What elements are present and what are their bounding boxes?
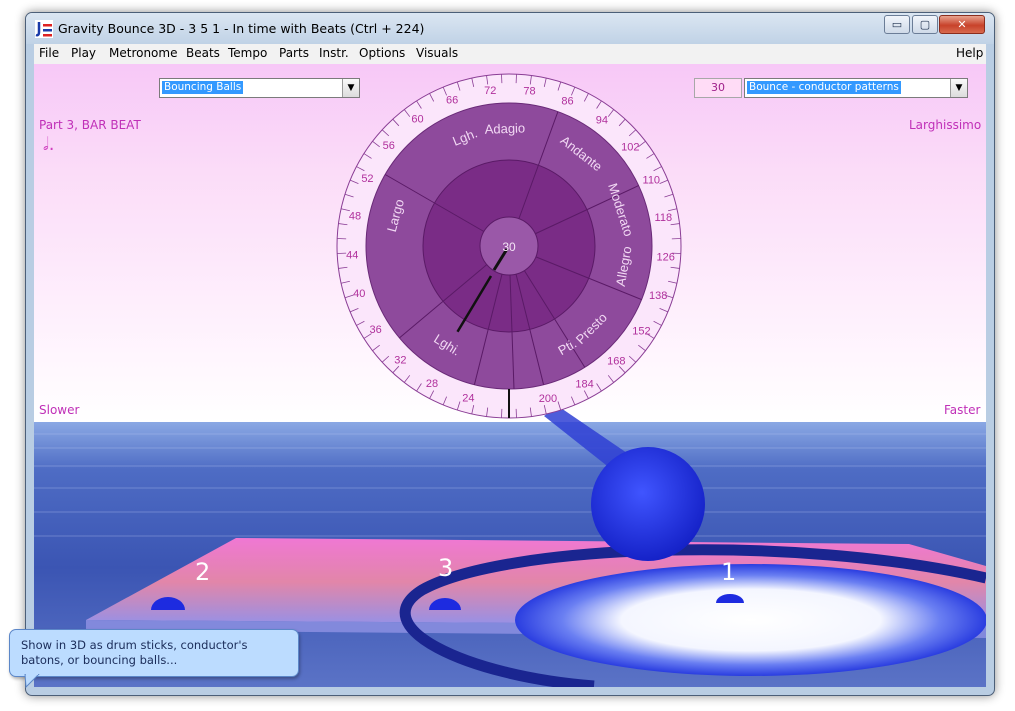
menu-visuals[interactable]: Visuals — [416, 46, 458, 60]
landing-spot — [515, 564, 986, 676]
faster-label[interactable]: Faster — [944, 403, 980, 417]
pattern-value: Bounce - conductor patterns — [747, 81, 901, 94]
menu-help[interactable]: Help — [956, 46, 983, 60]
menu-play[interactable]: Play — [71, 46, 96, 60]
minimize-icon: ▭ — [891, 18, 903, 31]
tooltip-text: Show in 3D as drum sticks, conductor's b… — [21, 638, 248, 667]
dial-tick-label: 78 — [523, 85, 535, 97]
dial-tick-label: 48 — [349, 210, 361, 222]
dial-tick-label: 72 — [484, 85, 496, 97]
dial-tick-label: 32 — [394, 354, 406, 366]
dial-tick-label: 56 — [383, 140, 395, 152]
dial-tick-label: 86 — [561, 95, 573, 107]
dial-tick-label: 66 — [446, 95, 458, 107]
bouncing-ball[interactable] — [591, 447, 705, 561]
slower-label[interactable]: Slower — [39, 403, 79, 417]
dial-tick-label: 44 — [346, 250, 358, 262]
visual-canvas[interactable]: 24 28 32 36 40 44 48 52 56 60 66 72 78 86 94 102 110 118 1… — [34, 64, 986, 687]
visual-style-value: Bouncing Balls — [162, 81, 244, 94]
minimize-button[interactable]: ▭ — [884, 15, 910, 34]
menu-parts[interactable]: Parts — [279, 46, 309, 60]
tempo-name-label: Larghissimo — [909, 118, 982, 132]
maximize-icon: ▢ — [919, 18, 931, 31]
pattern-select[interactable]: Bounce - conductor patterns ▼ — [744, 78, 968, 98]
dial-tick-label: 200 — [539, 393, 557, 405]
menu-bar: File Play Metronome Beats Tempo Parts In… — [34, 44, 986, 65]
tooltip: Show in 3D as drum sticks, conductor's b… — [9, 629, 299, 688]
beat-label-3: 3 — [438, 554, 454, 582]
menu-metronome[interactable]: Metronome — [109, 46, 177, 60]
dial-tick-label: 102 — [621, 141, 639, 153]
close-icon: ✕ — [957, 18, 967, 31]
dial-tick-label: 24 — [462, 393, 474, 405]
dial-center-value: 30 — [502, 240, 516, 254]
chevron-down-icon[interactable]: ▼ — [342, 79, 359, 97]
menu-options[interactable]: Options — [359, 46, 405, 60]
menu-tempo[interactable]: Tempo — [228, 46, 267, 60]
dial-tick-label: 118 — [655, 212, 673, 224]
note-icon: 𝅗𝅥. — [43, 134, 55, 155]
tooltip-pointer — [24, 674, 40, 688]
dial-tick-label: 152 — [632, 325, 650, 337]
sea-waves — [34, 433, 986, 537]
visual-style-select[interactable]: Bouncing Balls ▼ — [159, 78, 360, 98]
dial-tick-label: 40 — [353, 288, 365, 300]
dial-tick-label: 184 — [575, 379, 593, 391]
dial-tick-label: 28 — [426, 378, 438, 390]
dial-tick-label: 126 — [656, 251, 674, 263]
part-beat-label: Part 3, BAR BEAT — [39, 118, 141, 132]
menu-file[interactable]: File — [39, 46, 59, 60]
dial-tick-label: 168 — [607, 356, 625, 368]
bpm-display[interactable]: 30 — [694, 78, 742, 98]
beat-label-1: 1 — [721, 558, 737, 586]
app-icon — [35, 20, 53, 38]
dial-tick-label: 94 — [596, 114, 608, 126]
tempo-dial[interactable]: 24 28 32 36 40 44 48 52 56 60 66 72 78 86 94 102 110 118 1… — [334, 71, 684, 421]
beat-label-2: 2 — [195, 558, 211, 586]
dial-tick-label: 138 — [649, 290, 667, 302]
title-bar[interactable]: Gravity Bounce 3D - 3 5 1 - In time with… — [26, 13, 994, 44]
dial-tick-label: 36 — [370, 324, 382, 336]
menu-instr[interactable]: Instr. — [319, 46, 349, 60]
menu-beats[interactable]: Beats — [186, 46, 220, 60]
dial-tick-label: 52 — [361, 173, 373, 185]
dial-tick-label: 110 — [643, 175, 661, 187]
maximize-button[interactable]: ▢ — [912, 15, 938, 34]
window-title: Gravity Bounce 3D - 3 5 1 - In time with… — [58, 21, 425, 36]
app-window: Gravity Bounce 3D - 3 5 1 - In time with… — [25, 12, 995, 696]
close-button[interactable]: ✕ — [939, 15, 985, 34]
chevron-down-icon[interactable]: ▼ — [950, 79, 967, 97]
dial-tempo-word: Adagio — [484, 120, 525, 136]
dial-tick-label: 60 — [411, 113, 423, 125]
